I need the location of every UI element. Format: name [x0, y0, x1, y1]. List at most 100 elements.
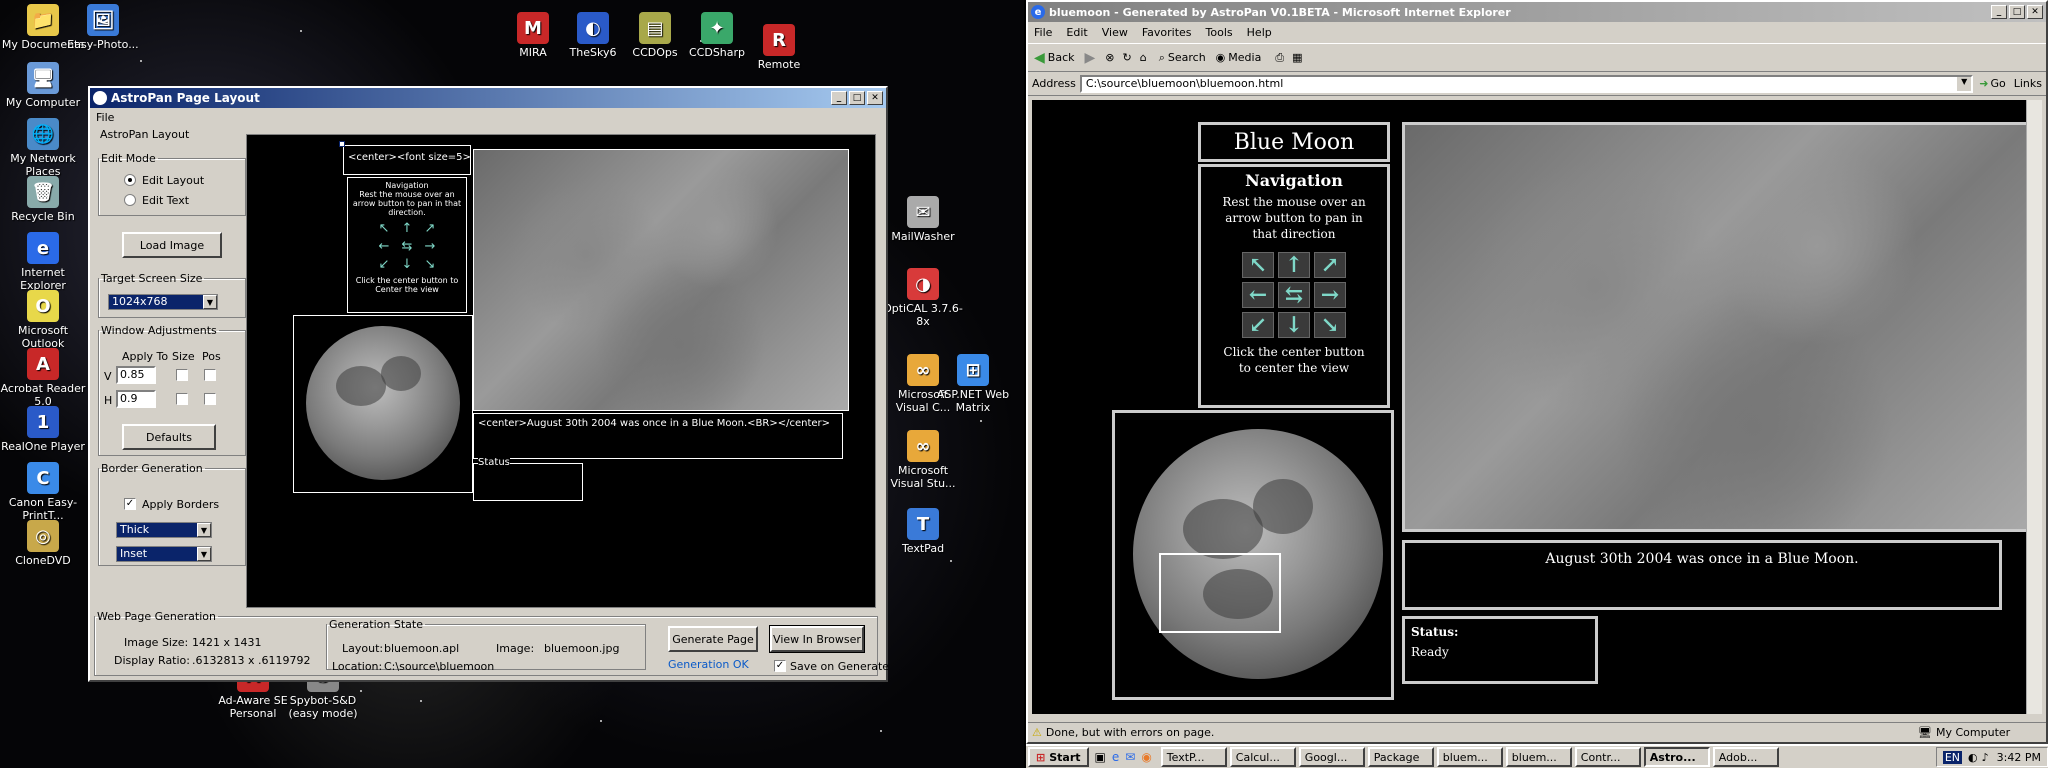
arrow-ne-icon[interactable]: ↗	[420, 221, 440, 236]
preview-nav-box[interactable]: Navigation Rest the mouse over an arrow …	[347, 177, 467, 313]
desktop-icon-easy-photo[interactable]: 🖼 Easy-Photo...	[60, 4, 146, 51]
pan-sw-button[interactable]: ↙	[1242, 312, 1274, 338]
close-button[interactable]: ✕	[867, 91, 883, 105]
chevron-down-icon[interactable]: ▼	[197, 547, 211, 561]
border-type-select[interactable]: Inset ▼	[116, 546, 212, 562]
taskbar-button-bluem[interactable]: bluem...	[1436, 747, 1503, 767]
taskbar-button-textp[interactable]: TextP...	[1160, 747, 1227, 767]
menu-help[interactable]: Help	[1247, 26, 1272, 39]
outlook-icon[interactable]: ✉	[1125, 750, 1135, 764]
taskbar-button-adob[interactable]: Adob...	[1712, 747, 1779, 767]
minimize-button[interactable]: _	[831, 91, 847, 105]
v-size-checkbox[interactable]	[176, 369, 188, 381]
menu-file[interactable]: File	[96, 111, 114, 124]
layout-preview-canvas[interactable]: <center><font size=5>Bl Navigation Rest …	[246, 134, 876, 608]
print-icon[interactable]: ⎙	[1275, 51, 1284, 65]
preview-title-box[interactable]: <center><font size=5>Bl	[343, 145, 471, 175]
vertical-scrollbar[interactable]	[2026, 100, 2042, 714]
pan-e-button[interactable]: →	[1314, 282, 1346, 308]
back-icon[interactable]: ◀	[1034, 50, 1045, 66]
ie-quicklaunch-icon[interactable]: e	[1112, 750, 1119, 764]
save-on-generate-checkbox[interactable]: ✓	[774, 660, 786, 672]
desktop-icon-canon-easy-printt[interactable]: C Canon Easy-PrintT...	[0, 462, 86, 522]
desktop-icon-asp-net-web-matrix[interactable]: ⊞ ASP.NET Web Matrix	[930, 354, 1016, 414]
arrow-w-icon[interactable]: ←	[374, 239, 394, 254]
taskbar-button-bluem[interactable]: bluem...	[1505, 747, 1572, 767]
pan-se-button[interactable]: ↘	[1314, 312, 1346, 338]
menu-favorites[interactable]: Favorites	[1142, 26, 1192, 39]
desktop-icon-optical-3-7-6-8x[interactable]: ◑ OptiCAL 3.7.6-8x	[880, 268, 966, 328]
screen-size-select[interactable]: 1024x768 ▼	[108, 294, 218, 310]
generate-page-button[interactable]: Generate Page	[668, 626, 758, 652]
desktop-icon-my-computer[interactable]: 🖥 My Computer	[0, 62, 86, 109]
viewport-indicator[interactable]	[1159, 553, 1281, 633]
desktop-icon-realone-player[interactable]: 1 RealOne Player	[0, 406, 86, 453]
go-icon[interactable]: ➜	[1979, 77, 1988, 90]
language-indicator[interactable]: EN	[1942, 750, 1963, 764]
media-icon[interactable]: ◉	[1216, 51, 1226, 64]
taskbar-button-calcul[interactable]: Calcul...	[1229, 747, 1296, 767]
desktop-icon-clonedvd[interactable]: ◎ CloneDVD	[0, 520, 86, 567]
pan-n-button[interactable]: ↑	[1278, 252, 1310, 278]
desktop-icon-my-network-places[interactable]: 🌐 My Network Places	[0, 118, 86, 178]
radio-edit-layout[interactable]	[124, 174, 136, 186]
home-icon[interactable]: ⌂	[1140, 51, 1147, 64]
search-button[interactable]: Search	[1168, 51, 1206, 64]
start-button[interactable]: ⊞ Start	[1028, 747, 1089, 767]
preview-moon-box[interactable]	[293, 315, 473, 493]
arrow-s-icon[interactable]: ↓	[397, 257, 417, 272]
h-ratio-input[interactable]: 0.9	[116, 390, 156, 408]
desktop-icon-microsoft-visual-stu[interactable]: ∞ Microsoft Visual Stu...	[880, 430, 966, 490]
menu-view[interactable]: View	[1102, 26, 1128, 39]
pan-s-button[interactable]: ↓	[1278, 312, 1310, 338]
desktop-icon[interactable]: ▣	[1095, 750, 1106, 764]
back-button[interactable]: Back	[1048, 51, 1075, 64]
tray-icon[interactable]: ◐	[1968, 751, 1978, 764]
desktop-icon-textpad[interactable]: T TextPad	[880, 508, 966, 555]
defaults-button[interactable]: Defaults	[122, 424, 216, 450]
chevron-down-icon[interactable]: ▼	[197, 523, 211, 537]
stop-icon[interactable]: ⊗	[1105, 51, 1114, 64]
menu-file[interactable]: File	[1034, 26, 1052, 39]
warning-icon[interactable]: ⚠	[1032, 726, 1042, 739]
desktop-icon-mailwasher[interactable]: ✉ MailWasher	[880, 196, 966, 243]
pan-center-button[interactable]: ⇆	[1278, 282, 1310, 308]
maximize-button[interactable]: □	[2009, 5, 2025, 19]
arrow-e-icon[interactable]: →	[420, 239, 440, 254]
maximize-button[interactable]: □	[849, 91, 865, 105]
close-button[interactable]: ✕	[2027, 5, 2043, 19]
arrow-sw-icon[interactable]: ↙	[374, 257, 394, 272]
media-button[interactable]: Media	[1228, 51, 1261, 64]
address-input[interactable]: C:\source\bluemoon\bluemoon.html ▼	[1079, 74, 1974, 93]
desktop-icon-acrobat-reader-5-0[interactable]: A Acrobat Reader 5.0	[0, 348, 86, 408]
arrow-n-icon[interactable]: ↑	[397, 221, 417, 236]
center-icon[interactable]: ⇆	[397, 239, 417, 254]
taskbar-button-astro[interactable]: Astro...	[1643, 747, 1710, 767]
forward-icon[interactable]: ▶	[1085, 50, 1096, 66]
v-ratio-input[interactable]: 0.85	[116, 366, 156, 384]
v-pos-checkbox[interactable]	[204, 369, 216, 381]
refresh-icon[interactable]: ↻	[1123, 51, 1132, 64]
layout-window-titlebar[interactable]: AstroPan Page Layout _ □ ✕	[90, 88, 886, 108]
taskbar-button-contr[interactable]: Contr...	[1574, 747, 1641, 767]
radio-edit-text[interactable]	[124, 194, 136, 206]
desktop-icon-remote[interactable]: R Remote	[736, 24, 822, 71]
desktop-icon-internet-explorer[interactable]: e Internet Explorer	[0, 232, 86, 292]
browser-titlebar[interactable]: e bluemoon - Generated by AstroPan V0.1B…	[1028, 2, 2046, 22]
desktop-icon-microsoft-outlook[interactable]: O Microsoft Outlook	[0, 290, 86, 350]
preview-caption-box[interactable]: <center>August 30th 2004 was once in a B…	[473, 413, 843, 459]
preview-status-box[interactable]: Status	[473, 457, 583, 501]
minimize-button[interactable]: _	[1991, 5, 2007, 19]
pan-w-button[interactable]: ←	[1242, 282, 1274, 308]
menu-tools[interactable]: Tools	[1206, 26, 1233, 39]
chevron-down-icon[interactable]: ▼	[1957, 76, 1972, 91]
arrow-se-icon[interactable]: ↘	[420, 257, 440, 272]
h-pos-checkbox[interactable]	[204, 393, 216, 405]
taskbar-button-googl[interactable]: Googl...	[1298, 747, 1365, 767]
edit-icon[interactable]: ▦	[1292, 51, 1302, 64]
pan-ne-button[interactable]: ↗	[1314, 252, 1346, 278]
search-icon[interactable]: ⌕	[1159, 51, 1165, 65]
volume-icon[interactable]: ♪	[1982, 751, 1989, 764]
chevron-down-icon[interactable]: ▼	[203, 295, 217, 309]
view-in-browser-button[interactable]: View In Browser	[769, 625, 865, 653]
